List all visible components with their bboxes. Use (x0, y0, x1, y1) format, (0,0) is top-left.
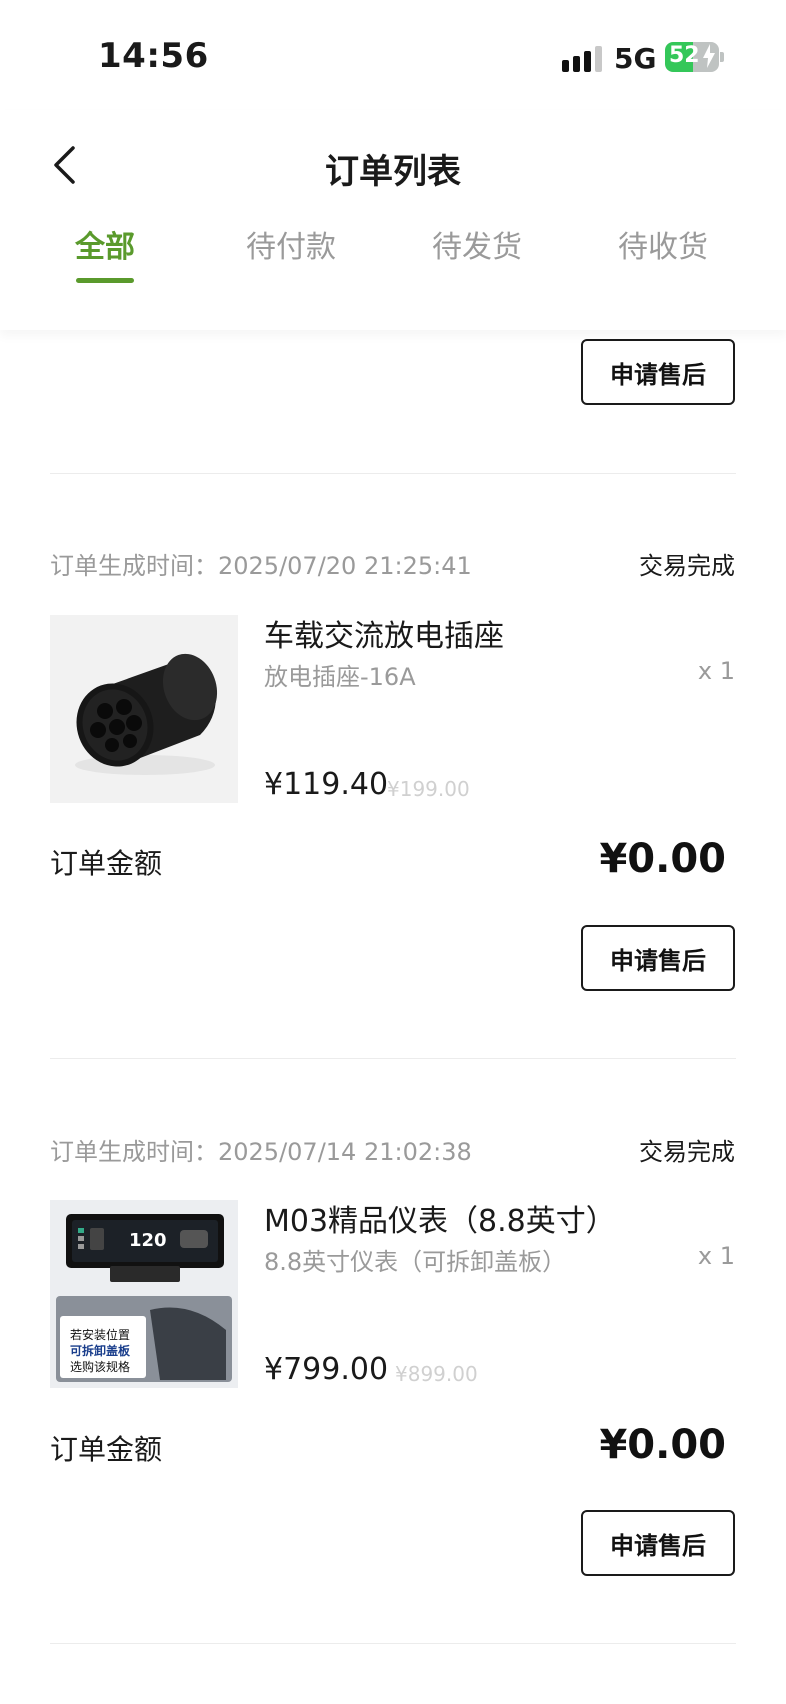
order-amount: ¥0.00 (599, 1422, 726, 1468)
order-time: 订单生成时间：2025/07/20 21:25:41 (50, 552, 472, 580)
product-price: ¥799.00 (264, 1352, 389, 1387)
image-caption-line3: 选购该规格 (70, 1360, 131, 1374)
aftersale-button[interactable]: 申请售后 (581, 1510, 735, 1576)
image-caption-line2: 可拆卸盖板 (70, 1344, 131, 1358)
original-price: ¥899.00 (395, 1362, 478, 1386)
tab-all[interactable]: 全部 (35, 222, 175, 283)
order-amount-label: 订单金额 (50, 847, 163, 880)
active-tab-indicator (76, 278, 134, 283)
tab-pending-payment[interactable]: 待付款 (221, 222, 361, 266)
order-status: 交易完成 (639, 552, 735, 580)
dashboard-speed-text: 120 (129, 1230, 167, 1251)
network-type: 5G (614, 42, 657, 75)
tab-label: 待付款 (246, 230, 336, 265)
order-divider (50, 1058, 736, 1059)
tab-label: 待发货 (432, 230, 522, 265)
signal-icon (562, 46, 602, 72)
order-time: 订单生成时间：2025/07/14 21:02:38 (50, 1138, 472, 1166)
product-price: ¥119.40 (264, 767, 389, 802)
order-status: 交易完成 (639, 1138, 735, 1166)
order-amount: ¥0.00 (599, 836, 726, 882)
tab-label: 全部 (75, 230, 135, 265)
tab-pending-receipt[interactable]: 待收货 (593, 222, 733, 266)
header: 订单列表 全部 待付款 待发货 待收货 (0, 110, 786, 330)
product-name: M03精品仪表（8.8英寸） (264, 1204, 616, 1239)
product-quantity: x 1 (697, 1242, 735, 1270)
battery-cap (720, 52, 724, 62)
status-bar: 14:56 5G 52 (0, 0, 786, 110)
status-time: 14:56 (98, 36, 209, 76)
product-name: 车载交流放电插座 (264, 619, 504, 654)
battery-icon: 52 (665, 42, 719, 72)
aftersale-button[interactable]: 申请售后 (581, 925, 735, 991)
order-divider (50, 473, 736, 474)
product-spec: 8.8英寸仪表（可拆卸盖板） (264, 1248, 567, 1276)
image-caption-line1: 若安装位置 (70, 1328, 131, 1342)
tab-bar: 全部 待付款 待发货 待收货 (0, 222, 786, 283)
charging-bolt-icon (703, 44, 715, 68)
battery-level: 52 (669, 43, 700, 68)
tab-pending-shipment[interactable]: 待发货 (407, 222, 547, 266)
product-image[interactable] (50, 615, 238, 803)
page-title: 订单列表 (325, 152, 461, 192)
original-price: ¥199.00 (387, 777, 470, 801)
tab-label: 待收货 (618, 230, 708, 265)
product-spec: 放电插座-16A (264, 663, 416, 691)
charging-socket-image (50, 615, 238, 803)
aftersale-button[interactable]: 申请售后 (581, 339, 735, 405)
product-image[interactable]: 120 若安装位置 可拆卸盖板 选购该规格 (50, 1200, 238, 1388)
product-quantity: x 1 (697, 657, 735, 685)
order-divider (50, 1643, 736, 1644)
order-amount-label: 订单金额 (50, 1433, 163, 1466)
